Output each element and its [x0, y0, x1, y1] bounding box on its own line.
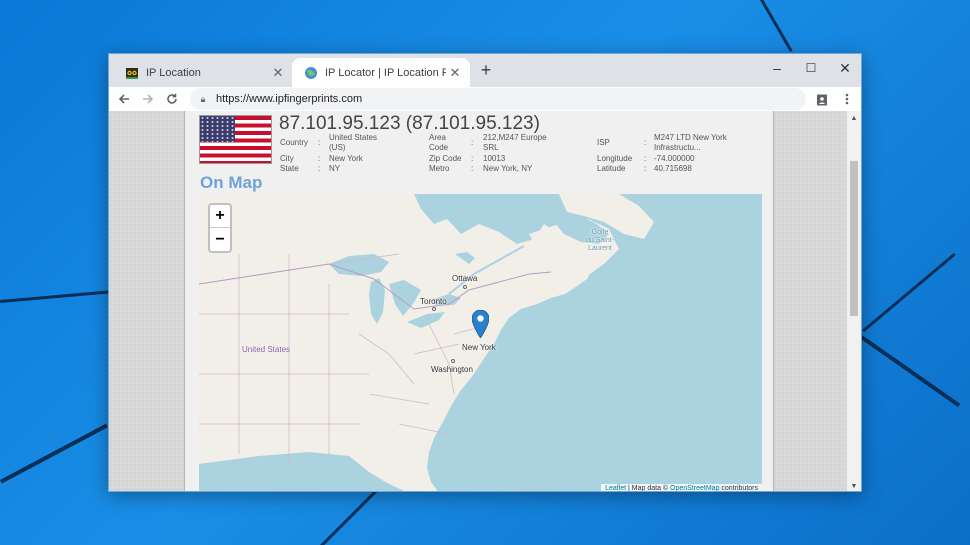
close-button[interactable]: ✕	[828, 56, 861, 80]
map-label-new-york: New York	[462, 343, 496, 352]
country-label: Country	[280, 138, 309, 147]
menu-button[interactable]	[837, 88, 857, 110]
minimize-button[interactable]: –	[760, 56, 794, 80]
state-value: NY	[329, 164, 341, 173]
browser-window: IP Location ✕ IP Locator | IP Location F…	[108, 53, 862, 492]
separator: :	[471, 138, 474, 147]
scroll-thumb[interactable]	[850, 161, 858, 316]
city-label: City	[280, 154, 294, 163]
map-label-toronto: Toronto	[420, 297, 447, 306]
info-column-2: Area Code : 212,M247 Europe SRL Zip Code…	[429, 133, 594, 174]
separator: :	[644, 164, 647, 173]
area-code-value: 212,M247 Europe SRL	[483, 133, 547, 152]
tab-title: IP Location	[146, 66, 201, 79]
zip-code-value: 10013	[483, 154, 506, 163]
back-button[interactable]	[114, 88, 134, 110]
maximize-button[interactable]: ☐	[794, 56, 828, 80]
forward-button[interactable]	[138, 88, 158, 110]
tab-strip: IP Location ✕ IP Locator | IP Location F…	[109, 54, 861, 87]
country-value: United States (US)	[329, 133, 378, 152]
tab-title: IP Locator | IP Location Finder | L	[325, 66, 446, 79]
separator: :	[318, 164, 321, 173]
metro-value: New York, NY	[483, 164, 533, 173]
latitude-label: Latitude	[597, 164, 626, 173]
location-map[interactable]: + − Ottawa Toronto United States New Yor…	[199, 194, 762, 491]
osm-link[interactable]: OpenStreetMap	[670, 485, 719, 491]
us-flag-image	[199, 115, 272, 164]
city-value: New York	[329, 154, 363, 163]
arrow-left-icon	[118, 94, 129, 104]
kebab-menu-icon	[845, 93, 849, 105]
vertical-scrollbar[interactable]: ▲ ▼	[847, 111, 861, 491]
wallpaper-line	[320, 488, 379, 545]
lock-icon: 🔒︎	[200, 93, 206, 104]
page-content: 87.101.95.123 (87.101.95.123) Country : …	[184, 111, 774, 491]
map-label-united-states: United States	[242, 345, 291, 354]
zoom-out-button[interactable]: −	[210, 228, 230, 251]
longitude-label: Longitude	[597, 154, 633, 163]
info-column-1: Country : United States (US) City : New …	[280, 133, 425, 174]
arrow-right-icon	[143, 94, 154, 104]
wallpaper-line	[0, 423, 108, 484]
reload-icon	[167, 93, 177, 104]
zoom-in-button[interactable]: +	[210, 205, 230, 228]
ip-heading: 87.101.95.123 (87.101.95.123)	[279, 113, 540, 134]
extension-button[interactable]	[812, 88, 832, 110]
separator: :	[318, 154, 321, 163]
globe-favicon-icon	[304, 66, 318, 80]
scroll-up-icon[interactable]: ▲	[847, 111, 861, 125]
separator: :	[318, 138, 321, 147]
metro-label: Metro	[429, 164, 450, 173]
area-code-label: Area Code	[429, 133, 449, 152]
url-text: https://www.ipfingerprints.com	[216, 93, 363, 105]
page-viewport: 87.101.95.123 (87.101.95.123) Country : …	[109, 111, 849, 491]
wallpaper-line	[862, 252, 956, 333]
separator: :	[644, 154, 647, 163]
new-tab-button[interactable]: +	[475, 60, 497, 81]
zoom-control: + −	[208, 203, 232, 253]
tab-close-icon[interactable]: ✕	[446, 65, 464, 81]
wallpaper-line	[760, 0, 793, 52]
map-label-washington: Washington	[431, 365, 473, 374]
tab-ip-location[interactable]: IP Location ✕	[113, 58, 293, 87]
browser-toolbar: 🔒︎ https://www.ipfingerprints.com	[109, 87, 861, 111]
tab-ip-locator[interactable]: IP Locator | IP Location Finder | L ✕	[292, 58, 470, 87]
tab-close-icon[interactable]: ✕	[269, 65, 287, 81]
zip-code-label: Zip Code	[429, 154, 462, 163]
city-dot	[451, 359, 455, 363]
isp-label: ISP	[597, 138, 610, 147]
separator: :	[471, 154, 474, 163]
longitude-value: -74.000000	[654, 154, 695, 163]
isp-value: M247 LTD New York Infrastructu...	[654, 133, 727, 152]
clipboard-person-icon	[817, 94, 827, 105]
leaflet-link[interactable]: Leaflet	[605, 485, 626, 491]
reload-button[interactable]	[162, 88, 182, 110]
map-label-ottawa: Ottawa	[452, 274, 478, 283]
address-bar[interactable]: 🔒︎ https://www.ipfingerprints.com	[190, 88, 806, 110]
city-dot	[463, 285, 467, 289]
state-label: State	[280, 164, 299, 173]
separator: :	[471, 164, 474, 173]
separator: :	[644, 138, 647, 147]
scroll-down-icon[interactable]: ▼	[847, 479, 861, 491]
map-attribution: Leaflet | Map data © OpenStreetMap contr…	[601, 484, 762, 491]
info-column-3: ISP : M247 LTD New York Infrastructu... …	[597, 133, 762, 174]
owl-favicon-icon	[125, 66, 139, 80]
on-map-heading: On Map	[200, 173, 263, 192]
wallpaper-line	[0, 290, 110, 303]
latitude-value: 40.715698	[654, 164, 692, 173]
city-dot	[432, 307, 436, 311]
wallpaper-line	[859, 335, 961, 408]
map-label-gulf: Golfe du Saint- Laurent	[586, 229, 615, 252]
